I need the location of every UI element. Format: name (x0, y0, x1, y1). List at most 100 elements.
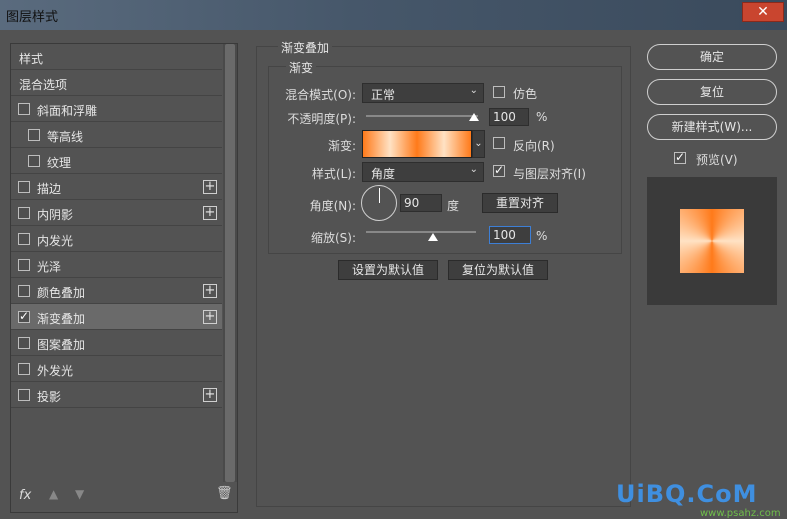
style-item-label: 外发光 (37, 364, 74, 378)
style-item-satin[interactable]: 光泽 (11, 252, 222, 278)
reset-button[interactable]: 复位 (647, 79, 777, 105)
style-item-outer-glow[interactable]: 外发光 (11, 356, 222, 382)
chevron-down-icon: ⌄ (469, 85, 478, 96)
scale-slider-track[interactable] (366, 231, 476, 233)
preview-swatch (680, 209, 744, 273)
scale-input[interactable]: 100 (489, 226, 531, 244)
gradient-style-select[interactable]: 角度 ⌄ (362, 162, 484, 182)
gradient-picker-chevron-icon[interactable]: ⌄ (472, 130, 485, 158)
style-item-color-overlay[interactable]: 颜色叠加 + (11, 278, 222, 304)
outer-glow-checkbox[interactable] (18, 363, 30, 375)
style-item-label: 图案叠加 (37, 338, 86, 352)
angle-unit: 度 (447, 199, 460, 213)
fx-icon[interactable]: fx (19, 488, 31, 503)
styles-header-label: 样式 (19, 52, 44, 66)
style-item-pattern-overlay[interactable]: 图案叠加 (11, 330, 222, 356)
style-item-label: 等高线 (47, 130, 84, 144)
pattern-overlay-checkbox[interactable] (18, 337, 30, 349)
texture-checkbox[interactable] (28, 155, 40, 167)
dither-checkbox[interactable] (493, 86, 505, 98)
preview-checkbox[interactable] (674, 150, 686, 164)
contour-checkbox[interactable] (28, 129, 40, 141)
align-with-layer-checkbox[interactable] (493, 163, 505, 177)
scale-label: 缩放(S): (310, 231, 356, 245)
style-item-texture[interactable]: 纹理 (11, 148, 222, 174)
blend-mode-label: 混合模式(O): (285, 88, 356, 102)
title-bar: 图层样式 ✕ (0, 0, 787, 30)
satin-checkbox[interactable] (18, 259, 30, 271)
styles-list-scrollbar[interactable] (223, 44, 237, 482)
style-item-bevel-emboss[interactable]: 斜面和浮雕 (11, 96, 222, 122)
preview-box (647, 177, 777, 305)
add-color-overlay-plus-icon[interactable]: + (203, 284, 217, 298)
add-gradient-overlay-plus-icon[interactable]: + (203, 310, 217, 324)
gradient-swatch[interactable] (362, 130, 472, 158)
add-drop-shadow-plus-icon[interactable]: + (203, 388, 217, 402)
opacity-slider-handle[interactable] (469, 113, 479, 121)
gradient-overlay-title: 渐变叠加 (278, 39, 333, 56)
watermark-url: www.psahz.com (700, 508, 781, 519)
add-inner-shadow-plus-icon[interactable]: + (203, 206, 217, 220)
gradient-section-title: 渐变 (286, 59, 317, 76)
inner-shadow-checkbox[interactable] (18, 207, 30, 219)
gradient-overlay-checkbox[interactable] (18, 309, 30, 323)
new-style-button[interactable]: 新建样式(W)... (647, 114, 777, 140)
style-item-label: 纹理 (47, 156, 72, 170)
gradient-style-value: 角度 (371, 167, 396, 181)
bevel-emboss-checkbox[interactable] (18, 103, 30, 115)
angle-input[interactable]: 90 (400, 194, 442, 212)
styles-bottom-toolbar: fx ▲ ▼ 🗑 (11, 482, 237, 512)
window-title: 图层样式 (6, 10, 59, 25)
angle-label: 角度(N): (309, 199, 356, 213)
opacity-label: 不透明度(P): (287, 112, 356, 126)
blend-mode-value: 正常 (371, 88, 396, 102)
blend-options-item[interactable]: 混合选项 (11, 70, 222, 96)
dither-label: 仿色 (513, 87, 538, 101)
watermark-logo: UiBQ.CoM (616, 480, 758, 508)
style-item-gradient-overlay[interactable]: 渐变叠加 + (11, 304, 222, 330)
drop-shadow-checkbox[interactable] (18, 389, 30, 401)
move-up-icon[interactable]: ▲ (49, 487, 58, 501)
style-item-label: 内阴影 (37, 208, 74, 222)
reset-default-button[interactable]: 复位为默认值 (448, 260, 548, 280)
opacity-unit: % (536, 110, 548, 124)
style-item-label: 光泽 (37, 260, 62, 274)
move-down-icon[interactable]: ▼ (75, 487, 84, 501)
chevron-down-icon: ⌄ (469, 164, 478, 175)
gradient-label: 渐变: (327, 139, 356, 153)
opacity-slider-track[interactable] (366, 115, 478, 117)
align-with-layer-label: 与图层对齐(I) (513, 167, 586, 181)
angle-dial[interactable] (361, 185, 397, 221)
inner-glow-checkbox[interactable] (18, 233, 30, 245)
style-item-stroke[interactable]: 描边 + (11, 174, 222, 200)
style-item-contour[interactable]: 等高线 (11, 122, 222, 148)
preview-label: 预览(V) (696, 153, 738, 167)
stroke-checkbox[interactable] (18, 181, 30, 193)
close-button[interactable]: ✕ (742, 2, 784, 22)
scale-unit: % (536, 229, 548, 243)
set-default-button[interactable]: 设置为默认值 (338, 260, 438, 280)
ok-button[interactable]: 确定 (647, 44, 777, 70)
reverse-checkbox[interactable] (493, 137, 505, 149)
styles-header-item[interactable]: 样式 (11, 44, 222, 70)
style-item-label: 颜色叠加 (37, 286, 86, 300)
scale-slider-handle[interactable] (428, 233, 438, 241)
layer-style-dialog: 样式 混合选项 斜面和浮雕 等高线 纹理 描边 + 内阴影 + 内发光 光泽 颜… (0, 30, 787, 519)
style-item-label: 内发光 (37, 234, 74, 248)
opacity-input[interactable]: 100 (489, 108, 529, 126)
style-item-drop-shadow[interactable]: 投影 + (11, 382, 222, 408)
style-item-inner-glow[interactable]: 内发光 (11, 226, 222, 252)
style-item-label: 斜面和浮雕 (37, 104, 98, 118)
style-item-label: 描边 (37, 182, 62, 196)
style-label: 样式(L): (311, 167, 356, 181)
reverse-label: 反向(R) (513, 139, 555, 153)
trash-icon[interactable]: 🗑 (216, 486, 233, 501)
reset-align-button[interactable]: 重置对齐 (482, 193, 558, 213)
style-item-inner-shadow[interactable]: 内阴影 + (11, 200, 222, 226)
blend-options-label: 混合选项 (19, 78, 68, 92)
style-item-label: 渐变叠加 (37, 312, 86, 326)
add-stroke-plus-icon[interactable]: + (203, 180, 217, 194)
color-overlay-checkbox[interactable] (18, 285, 30, 297)
style-item-label: 投影 (37, 390, 62, 404)
blend-mode-select[interactable]: 正常 ⌄ (362, 83, 484, 103)
